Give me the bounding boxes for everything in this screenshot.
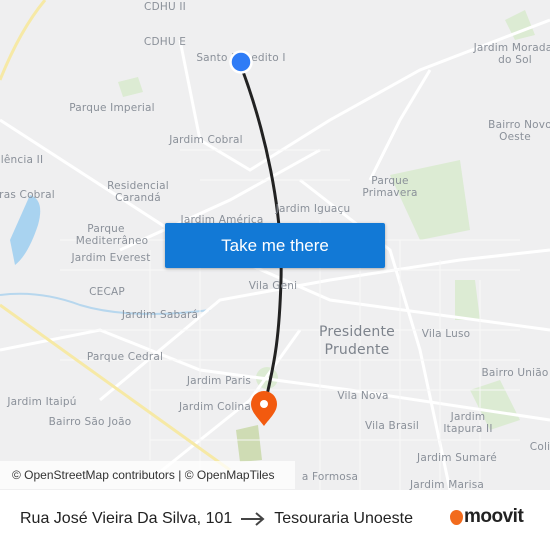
map-label: lência II xyxy=(0,154,44,166)
moovit-logo-text: moovit xyxy=(464,506,524,527)
map-label: Jardim Itaipú xyxy=(7,396,77,408)
map-label: Carandá xyxy=(115,192,161,204)
map-label: Vila Geni xyxy=(248,280,298,292)
map-label: Residencial xyxy=(107,180,169,192)
map-label: do Sol xyxy=(498,54,532,66)
map-label: Itapura II xyxy=(443,423,493,435)
map-label: Oeste xyxy=(499,131,531,143)
footer-bar: Rua José Vieira Da Silva, 101 Tesouraria… xyxy=(0,490,550,550)
map[interactable]: CDHU II CDHU E Santo Expedito I Jardim M… xyxy=(0,0,550,490)
route-summary: Rua José Vieira Da Silva, 101 Tesouraria… xyxy=(20,510,413,528)
destination-name: Tesouraria Unoeste xyxy=(274,510,414,527)
map-label: Mediterrâneo xyxy=(75,235,149,247)
map-label: Jardim Everest xyxy=(71,252,151,264)
map-label: Vila Nova xyxy=(337,390,389,402)
map-label: Parque Imperial xyxy=(69,102,155,114)
map-label: Jardim xyxy=(450,411,486,423)
map-attribution[interactable]: © OpenStreetMap contributors | © OpenMap… xyxy=(0,461,295,489)
map-label: Presidente xyxy=(319,324,395,340)
moovit-logo: moovit xyxy=(450,506,524,528)
map-label: a Formosa xyxy=(301,471,359,483)
map-label: CECAP xyxy=(89,286,125,298)
map-label: Prudente xyxy=(324,342,390,358)
map-label: Bairro União xyxy=(481,367,549,379)
map-label: Jardim Sabará xyxy=(121,309,199,321)
map-label: Jardim Sumaré xyxy=(417,452,497,464)
map-label: Bairro Novo xyxy=(488,119,550,131)
map-label: Parque xyxy=(371,175,409,187)
map-label: ras Cobral xyxy=(0,189,55,201)
map-label: Parque xyxy=(87,223,125,235)
map-label: Jardim Morada xyxy=(473,42,550,54)
map-label: Parque Cedral xyxy=(86,351,164,363)
map-label: Vila Brasil xyxy=(364,420,420,432)
origin-name: Rua José Vieira Da Silva, 101 xyxy=(20,510,233,527)
map-label: Jardim Iguaçu xyxy=(275,203,351,215)
map-label: Coli xyxy=(529,441,550,453)
map-label: Jardim Colina xyxy=(178,401,252,413)
moovit-logo-icon xyxy=(450,509,463,525)
map-label: CDHU II xyxy=(144,1,186,13)
map-label: Jardim Marisa xyxy=(409,479,485,490)
map-label: Jardim Cobral xyxy=(169,134,243,146)
take-me-there-button[interactable]: Take me there xyxy=(165,223,385,268)
map-label: Santo Expedito I xyxy=(196,52,286,64)
map-label: Jardim Paris xyxy=(186,375,252,387)
arrow-right-icon xyxy=(241,512,265,526)
map-label: CDHU E xyxy=(143,36,187,48)
map-label: Primavera xyxy=(362,187,418,199)
map-label: Bairro São João xyxy=(48,416,132,428)
map-label: Vila Luso xyxy=(421,328,471,340)
